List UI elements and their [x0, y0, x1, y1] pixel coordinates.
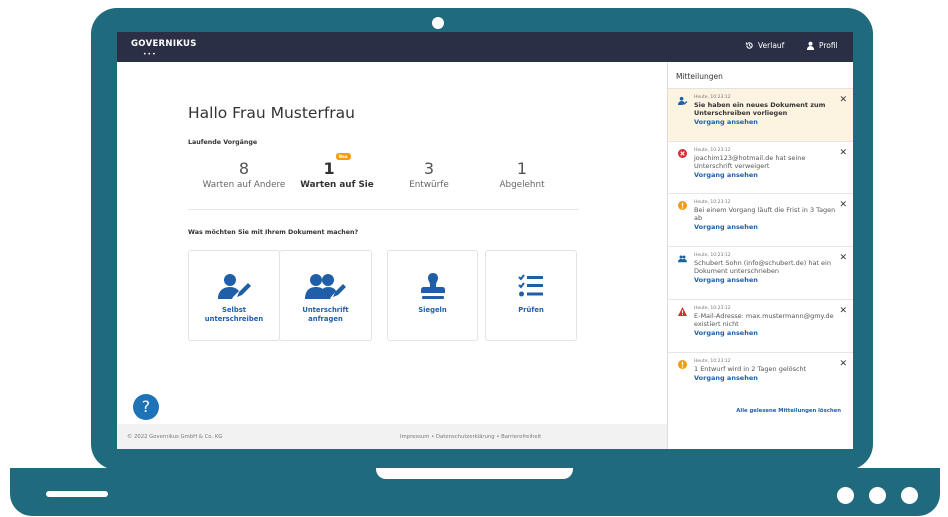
tile-label-line1: Selbst	[222, 306, 246, 314]
new-badge: Neu	[335, 153, 351, 160]
sign-self-button[interactable]: Selbst unterschreiben	[188, 250, 280, 341]
notification-text: Sie haben ein neues Dokument zum Untersc…	[694, 101, 826, 117]
base-bar	[46, 491, 108, 497]
user-icon	[806, 41, 815, 50]
screen: GOVERNIKUS ••• Verlauf Profil Hallo Frau…	[117, 32, 853, 449]
help-button[interactable]: ?	[133, 394, 159, 420]
stat-label: Entwürfe	[409, 180, 449, 190]
notification-time: Heute, 10:23:12	[694, 200, 731, 205]
notification-item[interactable]: Heute, 10:23:12 joachim123@hotmail.de ha…	[668, 142, 853, 193]
notification-link[interactable]: Vorgang ansehen	[694, 329, 836, 337]
stat-rejected[interactable]: 1 Abgelehnt	[468, 159, 576, 191]
stat-drafts[interactable]: 3 Entwürfe	[375, 159, 483, 191]
base-dot	[837, 487, 854, 504]
sign-request-icon	[678, 96, 687, 105]
stat-label: Warten auf Andere	[202, 180, 286, 190]
copyright: © 2022 Governikus GmbH & Co. KG	[127, 434, 223, 440]
tile-label-line2: unterschreiben	[204, 315, 264, 323]
error-circle-icon	[678, 149, 687, 158]
notification-item[interactable]: Heute, 10:23:12 1 Entwurf wird in 2 Tage…	[668, 353, 853, 397]
tile-label-line1: Siegeln	[418, 306, 447, 314]
notification-link[interactable]: Vorgang ansehen	[694, 223, 836, 231]
history-label: Verlauf	[758, 41, 785, 50]
notification-link[interactable]: Vorgang ansehen	[694, 118, 836, 126]
logo[interactable]: GOVERNIKUS	[131, 39, 197, 49]
stat-label: Abgelehnt	[499, 180, 545, 190]
notification-item[interactable]: Heute, 10:23:12 E-Mail-Adresse: max.must…	[668, 300, 853, 352]
notification-text: Bei einem Vorgang läuft die Frist in 3 T…	[694, 206, 836, 222]
close-icon[interactable]: ✕	[839, 96, 847, 105]
notification-link[interactable]: Vorgang ansehen	[694, 276, 836, 284]
notification-time: Heute, 10:23:12	[694, 148, 731, 153]
notification-link[interactable]: Vorgang ansehen	[694, 374, 836, 382]
user-pen-icon	[218, 274, 251, 299]
profile-label: Profil	[819, 41, 838, 50]
notification-text: E-Mail-Adresse: max.mustermann@gmy.de ex…	[694, 312, 834, 328]
notification-text: Schubert Sohn (info@schubert.de) hat ein…	[694, 259, 831, 275]
notification-text: 1 Entwurf wird in 2 Tagen gelöscht	[694, 365, 807, 373]
laptop-notch	[376, 468, 573, 479]
profile-button[interactable]: Profil	[806, 41, 838, 50]
notification-link[interactable]: Vorgang ansehen	[694, 171, 836, 179]
top-bar: GOVERNIKUS ••• Verlauf Profil	[117, 32, 853, 62]
seal-button[interactable]: Siegeln	[387, 250, 478, 341]
notification-time: Heute, 10:23:12	[694, 359, 731, 364]
close-icon[interactable]: ✕	[839, 307, 847, 316]
close-icon[interactable]: ✕	[839, 360, 847, 369]
stat-count: 1	[516, 159, 528, 178]
warning-circle-icon	[678, 201, 687, 210]
close-icon[interactable]: ✕	[839, 254, 847, 263]
history-icon	[745, 42, 753, 49]
history-button[interactable]: Verlauf	[745, 41, 784, 50]
stat-count: 1	[323, 159, 335, 178]
tile-label-line1: Prüfen	[518, 306, 544, 314]
page-title: Hallo Frau Musterfrau	[188, 104, 355, 122]
users-icon	[678, 255, 687, 263]
verify-button[interactable]: Prüfen	[485, 250, 577, 341]
close-icon[interactable]: ✕	[839, 149, 847, 158]
running-title: Laufende Vorgänge	[188, 139, 258, 146]
notification-time: Heute, 10:23:12	[694, 306, 731, 311]
notification-time: Heute, 10:23:12	[694, 95, 731, 100]
warning-circle-icon	[678, 360, 687, 369]
notifications-panel: Mitteilungen Heute, 10:23:12 Sie haben e…	[667, 62, 853, 449]
tile-label-line2: anfragen	[308, 315, 343, 323]
users-pen-icon	[304, 274, 346, 299]
divider	[188, 209, 579, 210]
footer-links[interactable]: Impressum • Datenschutzerklärung • Barri…	[400, 434, 541, 440]
stat-count: 8	[238, 159, 250, 178]
action-question: Was möchten Sie mit Ihrem Dokument mache…	[188, 229, 359, 236]
stat-waiting-others[interactable]: 8 Warten auf Andere	[190, 159, 298, 191]
stat-count: 3	[423, 159, 435, 178]
notification-item[interactable]: Heute, 10:23:12 Bei einem Vorgang läuft …	[668, 194, 853, 246]
warning-triangle-icon	[678, 307, 687, 316]
main-content: Hallo Frau Musterfrau Laufende Vorgänge …	[117, 62, 667, 424]
notifications-title: Mitteilungen	[676, 72, 723, 81]
logo-dots: •••	[143, 51, 157, 58]
notification-text: joachim123@hotmail.de hat seine Untersch…	[694, 154, 806, 170]
camera-dot	[432, 17, 444, 29]
clear-all-link[interactable]: Alle gelesene Mitteilungen löschen	[736, 408, 841, 414]
notification-time: Heute, 10:23:12	[694, 253, 731, 258]
checklist-icon	[518, 274, 543, 297]
base-dot	[869, 487, 886, 504]
request-signature-button[interactable]: Unterschrift anfragen	[279, 250, 372, 341]
tile-label-line1: Unterschrift	[302, 306, 349, 314]
stamp-icon	[420, 273, 445, 299]
notification-item[interactable]: Heute, 10:23:12 Schubert Sohn (info@schu…	[668, 247, 853, 299]
notification-item[interactable]: Heute, 10:23:12 Sie haben ein neues Doku…	[668, 89, 853, 141]
footer: © 2022 Governikus GmbH & Co. KG Impressu…	[117, 424, 667, 449]
base-dot	[901, 487, 918, 504]
close-icon[interactable]: ✕	[839, 201, 847, 210]
